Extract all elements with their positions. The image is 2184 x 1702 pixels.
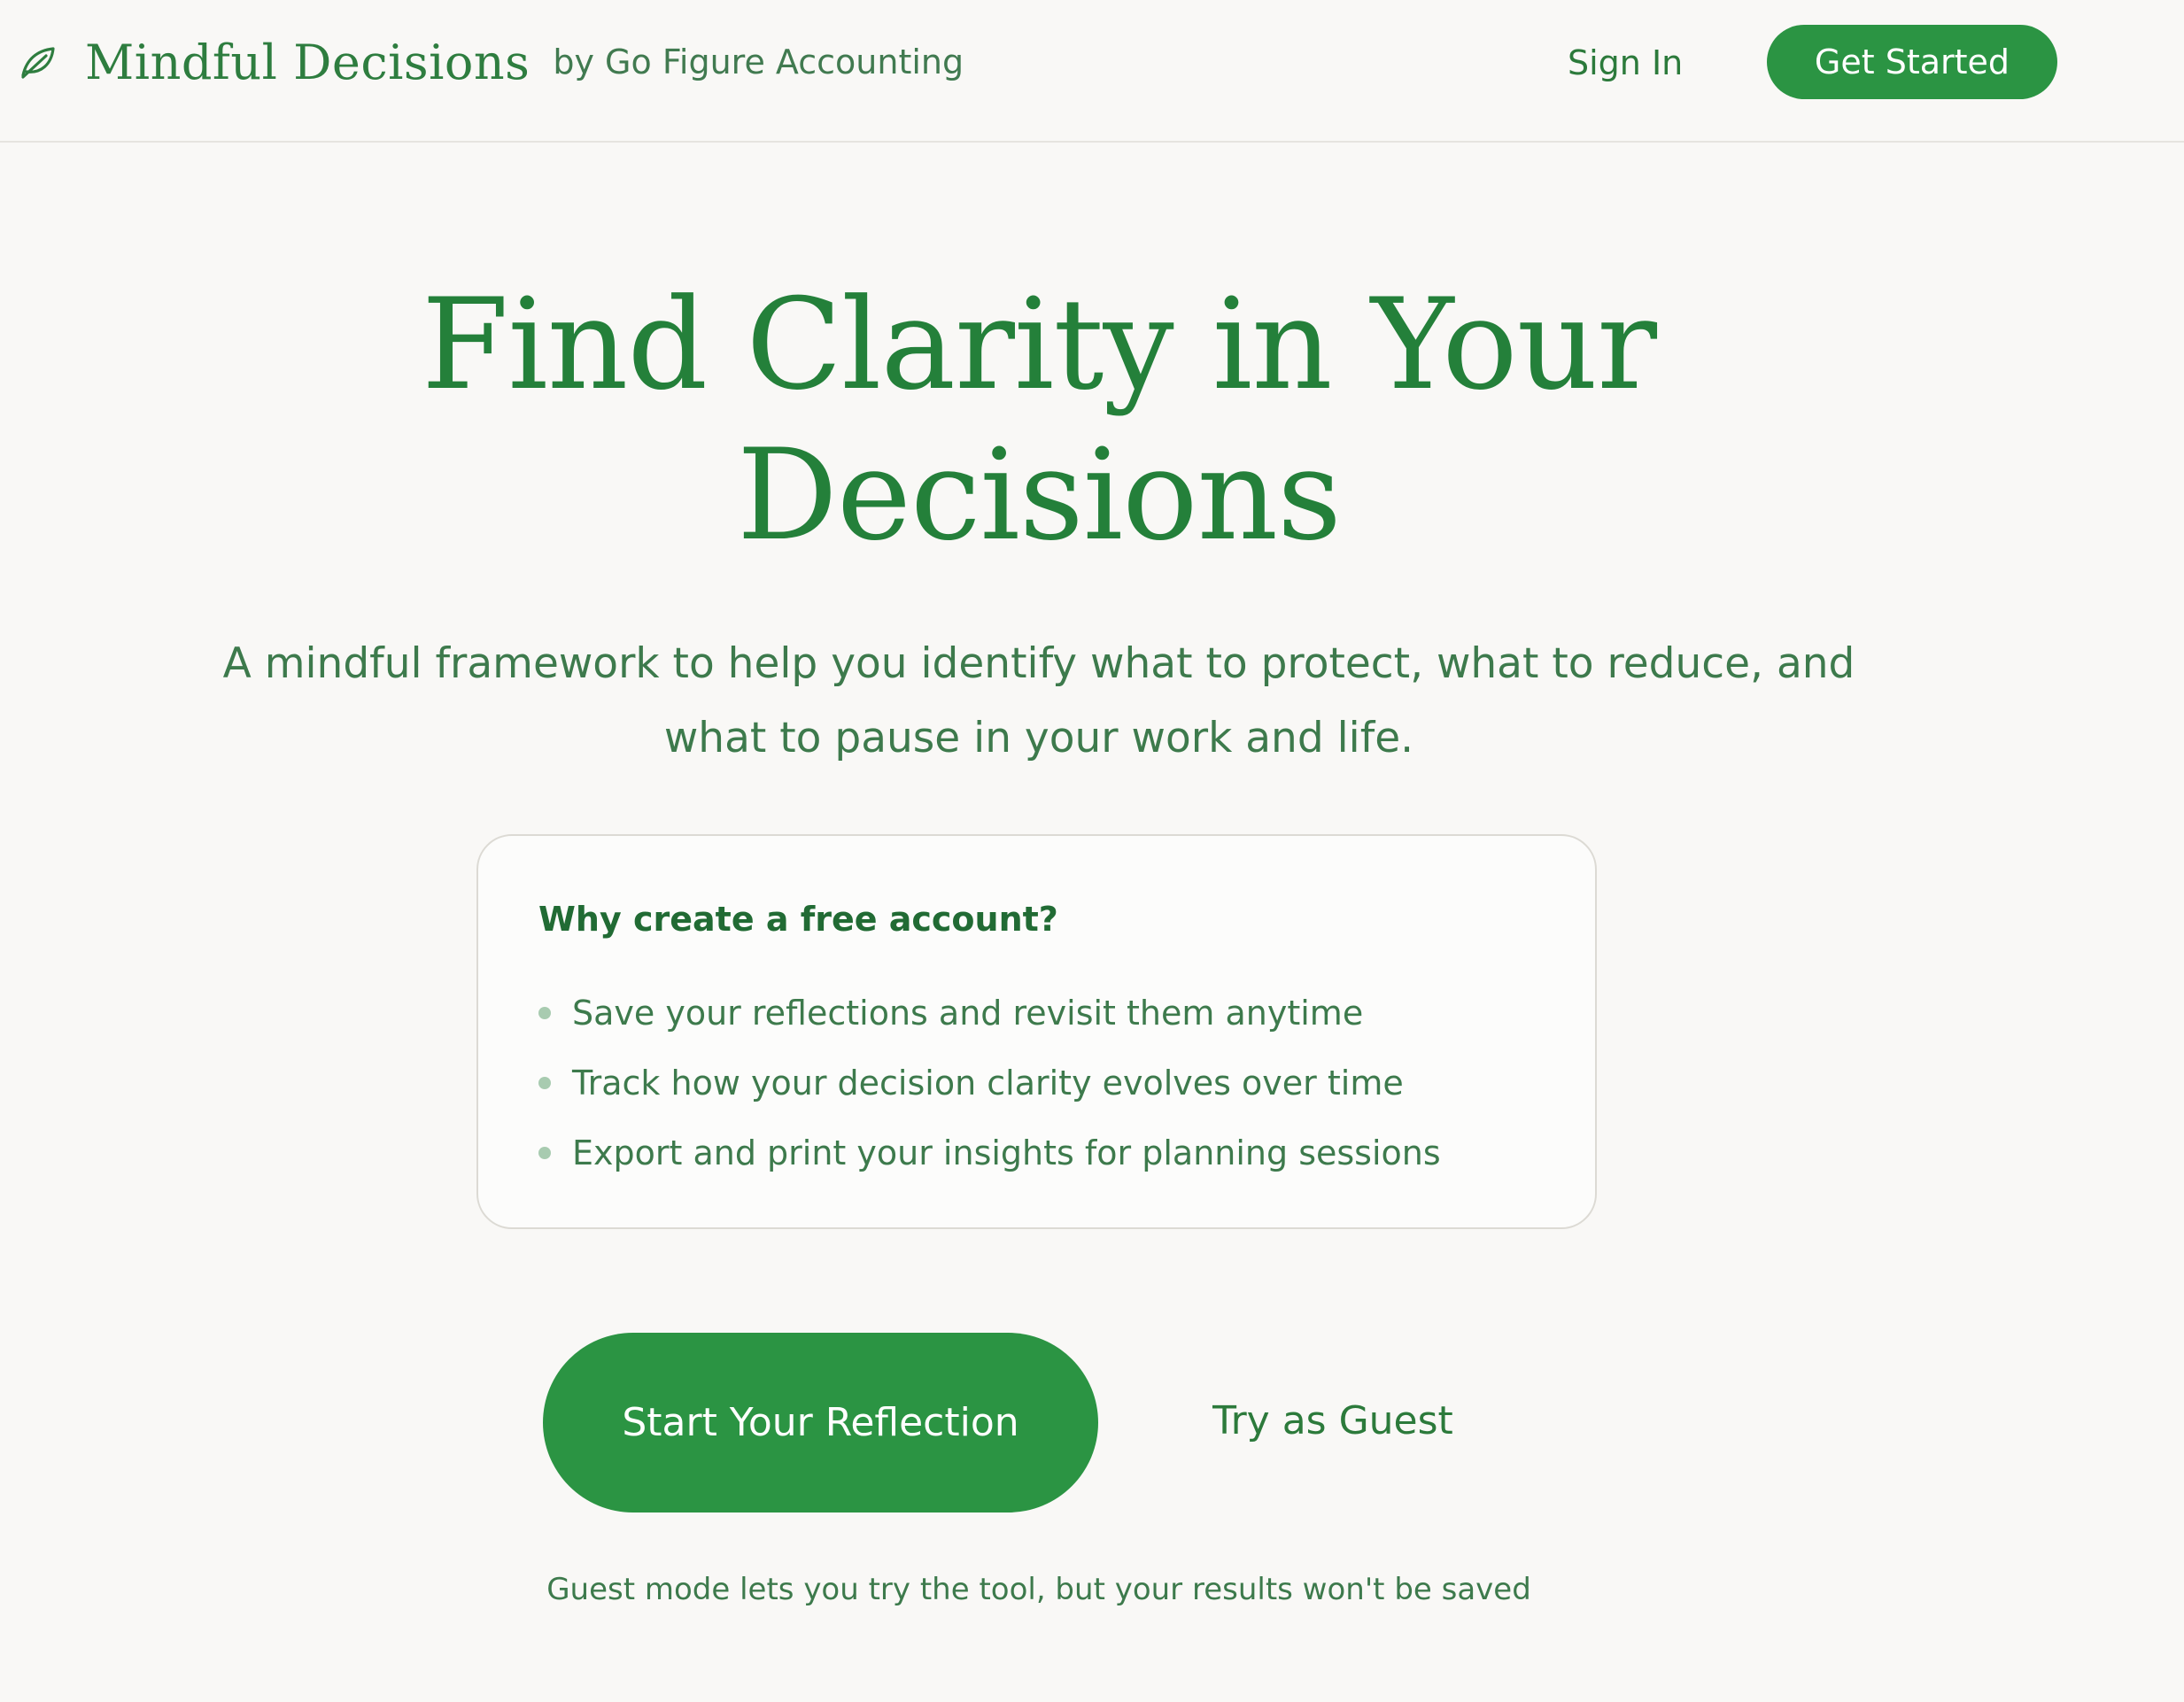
get-started-button[interactable]: Get Started <box>1767 25 2057 99</box>
hero-title: Find Clarity in Your Decisions <box>421 272 1657 569</box>
list-item: Export and print your insights for plann… <box>538 1118 1441 1188</box>
benefit-text: Track how your decision clarity evolves … <box>572 1063 1404 1102</box>
benefits-card-title: Why create a free account? <box>538 900 1058 939</box>
leaf-icon <box>19 43 57 81</box>
list-item: Save your reflections and revisit them a… <box>538 978 1441 1048</box>
brand[interactable]: Mindful Decisions by Go Figure Accountin… <box>19 27 964 97</box>
bullet-icon <box>538 1006 551 1019</box>
benefit-text: Save your reflections and revisit them a… <box>572 993 1364 1033</box>
guest-mode-note: Guest mode lets you try the tool, but yo… <box>546 1572 1531 1607</box>
hero-subtitle: A mindful framework to help you identify… <box>222 639 1855 762</box>
sign-in-link[interactable]: Sign In <box>1568 35 1683 90</box>
benefits-card: Why create a free account? Save your ref… <box>476 834 1597 1229</box>
bullet-icon <box>538 1146 551 1159</box>
start-reflection-button[interactable]: Start Your Reflection <box>543 1333 1098 1512</box>
site-header: Mindful Decisions by Go Figure Accountin… <box>0 0 2184 143</box>
list-item: Track how your decision clarity evolves … <box>538 1048 1441 1118</box>
benefits-list: Save your reflections and revisit them a… <box>538 978 1441 1188</box>
brand-tagline: by Go Figure Accounting <box>553 43 964 81</box>
brand-name: Mindful Decisions <box>85 34 531 90</box>
bullet-icon <box>538 1076 551 1089</box>
benefit-text: Export and print your insights for plann… <box>572 1133 1441 1172</box>
try-as-guest-button[interactable]: Try as Guest <box>1178 1377 1488 1466</box>
